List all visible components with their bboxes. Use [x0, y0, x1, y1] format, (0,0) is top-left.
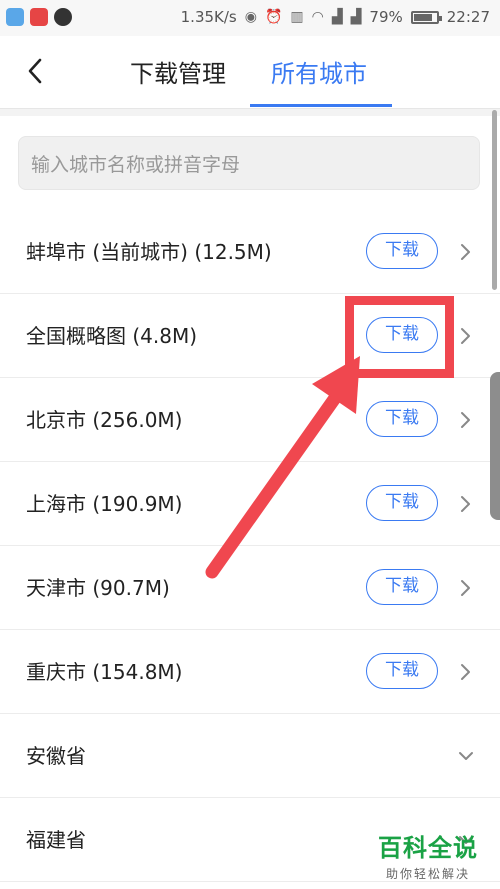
tab-download-manager[interactable]: 下载管理 [130, 54, 226, 89]
list-item[interactable]: 上海市 (190.9M) 下载 [0, 462, 500, 546]
city-label: 重庆市 (154.8M) [26, 660, 183, 684]
qq-icon [54, 8, 72, 26]
back-button[interactable] [20, 56, 50, 86]
status-bar: 1.35K/s ◉ ⏰ ▥ ◠ ▟ ▟ 79% 22:27 [0, 0, 500, 36]
city-label: 北京市 (256.0M) [26, 408, 183, 432]
header: 下载管理 所有城市 [0, 36, 500, 109]
download-button[interactable]: 下载 [366, 401, 438, 437]
watermark-title: 百科全说 [378, 834, 478, 862]
watermark: 百科全说 助你轻松解决 [378, 828, 478, 882]
clock: 22:27 [446, 8, 490, 26]
chevron-right-icon[interactable] [456, 576, 476, 600]
search-input[interactable]: 输入城市名称或拼音字母 [18, 136, 480, 190]
city-list-panel: 输入城市名称或拼音字母 蚌埠市 (当前城市) (12.5M) 下载 全国概略图 … [0, 116, 500, 889]
city-label: 上海市 (190.9M) [26, 492, 183, 516]
scrollbar[interactable] [492, 110, 497, 290]
alarm-icon: ⏰ [264, 9, 283, 25]
net-speed: 1.35K/s [180, 8, 237, 26]
active-tab-indicator [250, 104, 392, 107]
signal-icon: ▟ [331, 9, 343, 25]
chevron-right-icon[interactable] [456, 492, 476, 516]
list-item[interactable]: 天津市 (90.7M) 下载 [0, 546, 500, 630]
chevron-down-icon[interactable] [456, 744, 476, 768]
wifi-icon: ◠ [311, 9, 324, 25]
province-label: 安徽省 [26, 744, 86, 768]
battery-icon [410, 10, 442, 24]
weibo-app-icon [30, 8, 48, 26]
chevron-left-icon [28, 58, 42, 84]
list-item[interactable]: 安徽省 [0, 714, 500, 798]
province-label: 福建省 [26, 828, 86, 852]
chevron-right-icon[interactable] [456, 408, 476, 432]
chevron-right-icon[interactable] [456, 660, 476, 684]
list-item[interactable]: 蚌埠市 (当前城市) (12.5M) 下载 [0, 210, 500, 294]
download-button[interactable]: 下载 [366, 653, 438, 689]
battery-percent: 79% [369, 8, 403, 26]
list-item[interactable]: 重庆市 (154.8M) 下载 [0, 630, 500, 714]
status-right: 1.35K/s ◉ ⏰ ▥ ◠ ▟ ▟ 79% 22:27 [181, 8, 490, 26]
signal-icon-2: ▟ [350, 9, 362, 25]
download-button[interactable]: 下载 [366, 485, 438, 521]
download-button[interactable]: 下载 [366, 233, 438, 269]
list-item[interactable]: 北京市 (256.0M) 下载 [0, 378, 500, 462]
chevron-right-icon[interactable] [456, 324, 476, 348]
city-label: 天津市 (90.7M) [26, 576, 170, 600]
watermark-subtitle: 助你轻松解决 [385, 867, 470, 881]
shield-app-icon [6, 8, 24, 26]
edge-handle[interactable] [490, 372, 500, 520]
annotation-highlight-box [345, 296, 454, 378]
city-label: 全国概略图 (4.8M) [26, 324, 198, 348]
location-icon: ◉ [244, 9, 257, 25]
chevron-right-icon[interactable] [456, 240, 476, 264]
city-label: 蚌埠市 (当前城市) (12.5M) [26, 240, 272, 264]
tab-all-cities[interactable]: 所有城市 [271, 54, 367, 89]
status-app-icons [6, 8, 72, 26]
download-button[interactable]: 下载 [366, 569, 438, 605]
vibrate-icon: ▥ [290, 9, 304, 25]
